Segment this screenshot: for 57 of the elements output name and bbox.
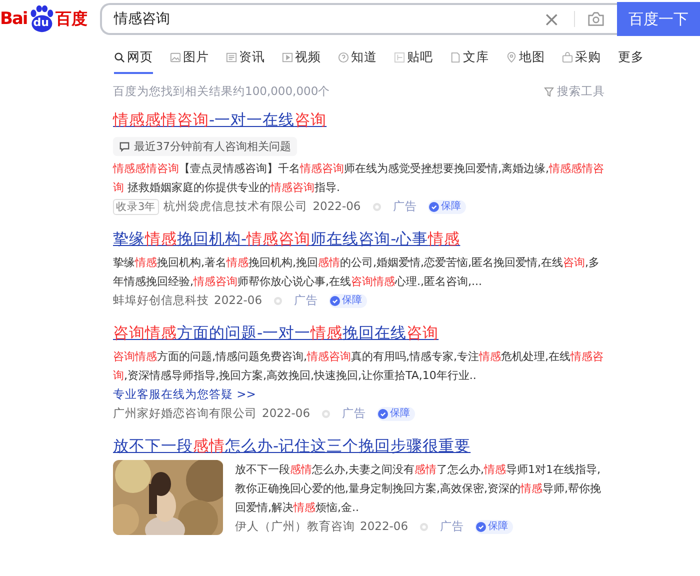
nav-tab[interactable]: 更多	[618, 46, 644, 74]
result-title-link[interactable]: 情感感情咨询-一对一在线咨询	[113, 109, 327, 131]
check-icon	[428, 202, 439, 212]
recent-inquiry-badge: 最近37分钟前有人咨询相关问题	[113, 137, 297, 156]
indexed-tag: 收录3年	[113, 198, 159, 214]
source-name: 伊人（广州）教育咨询	[235, 518, 355, 535]
result-snippet: 咨询情感方面的问题,情感问题免费咨询,情感咨询真的有用吗,情感专家,专注情感危机处理,在线情感咨询,资深情感导师指导,挽回方案,高效挽回,快速挽回,让你重拾TA,10年行业..	[113, 349, 604, 384]
search-button[interactable]: 百度一下	[617, 2, 700, 36]
nav-tab[interactable]: 采购	[562, 46, 601, 74]
circle-icon	[372, 202, 382, 212]
check-icon	[378, 408, 388, 418]
document-icon	[450, 52, 461, 63]
result-date: 2022-06	[360, 518, 408, 535]
play-icon	[282, 52, 293, 63]
question-icon	[338, 52, 349, 63]
document-icon	[226, 52, 237, 63]
nav-tab[interactable]: 资讯	[226, 46, 265, 74]
guarantee-badge[interactable]: 保障	[329, 294, 368, 308]
paw-logo[interactable]: du	[27, 5, 56, 33]
result-snippet: 情感感情咨询【壹点灵情感咨询】千名情感咨询师在线为感觉受挫想要挽回爱情,离婚边缘,情感感情咨询 拯救婚姻家庭的你提供专业的情感咨询指导.	[113, 161, 605, 196]
filter-icon	[544, 86, 554, 96]
document-icon	[394, 52, 405, 63]
chat-icon	[119, 141, 130, 152]
bag-icon	[562, 52, 573, 63]
check-icon	[330, 296, 340, 306]
guarantee-badge[interactable]: 保障	[475, 520, 514, 534]
search-icon	[114, 52, 125, 63]
source-name: 广州家好婚恋咨询有限公司	[113, 405, 257, 422]
guarantee-badge[interactable]: 保障	[377, 406, 416, 420]
clear-button[interactable]: ×	[543, 9, 560, 29]
circle-icon	[419, 522, 430, 532]
logo-text: Bai	[0, 9, 28, 29]
nav-tab[interactable]: 图片	[170, 46, 209, 74]
nav-tab[interactable]: 贴吧	[394, 46, 433, 74]
guarantee-badge[interactable]: 保障	[428, 200, 466, 214]
source-name: 杭州袋虎信息技术有限公司	[164, 198, 308, 215]
pin-icon	[506, 52, 517, 63]
result-snippet: 挚缘情感挽回机构,著名情感挽回机构,挽回感情的公司,婚姻爱情,恋爱苦恼,匿名挽回爱情,在线咨询,多年情感挽回经验,情感咨询师帮你放心说心事,在线咨询情感心理.,匿名咨询,...	[113, 255, 600, 290]
circle-icon	[273, 296, 284, 306]
search-field[interactable]: 情感咨询 ×	[100, 3, 617, 35]
service-link[interactable]: 专业客服在线为您答疑 >>	[113, 385, 605, 404]
nav-tab[interactable]: 网页	[114, 46, 153, 74]
image-icon	[170, 52, 181, 63]
camera-icon[interactable]	[587, 11, 605, 27]
nav-tab[interactable]: 地图	[506, 46, 545, 74]
nav-tab[interactable]: 视频	[282, 46, 321, 74]
result-date: 2022-06	[214, 292, 262, 309]
circle-icon	[321, 408, 332, 418]
result-count: 百度为您找到相关结果约100,000,000个	[113, 84, 330, 99]
source-name: 蚌埠好创信息科技	[113, 292, 209, 309]
nav-tab[interactable]: 知道	[338, 46, 377, 74]
nav-tab[interactable]: 文库	[450, 46, 489, 74]
logo-text: 百度	[55, 8, 88, 30]
result-date: 2022-06	[262, 405, 310, 422]
result-snippet: 放不下一段感情怎么办,夫妻之间没有感情了怎么办,情感导师1对1在线指导,教你正确挽回心爱的他,量身定制挽回方案,高效保密,资深的情感导师,帮你挽回爱情,解决情感烦恼,金..	[235, 462, 602, 516]
result-date: 2022-06	[312, 198, 361, 215]
check-icon	[476, 522, 486, 532]
